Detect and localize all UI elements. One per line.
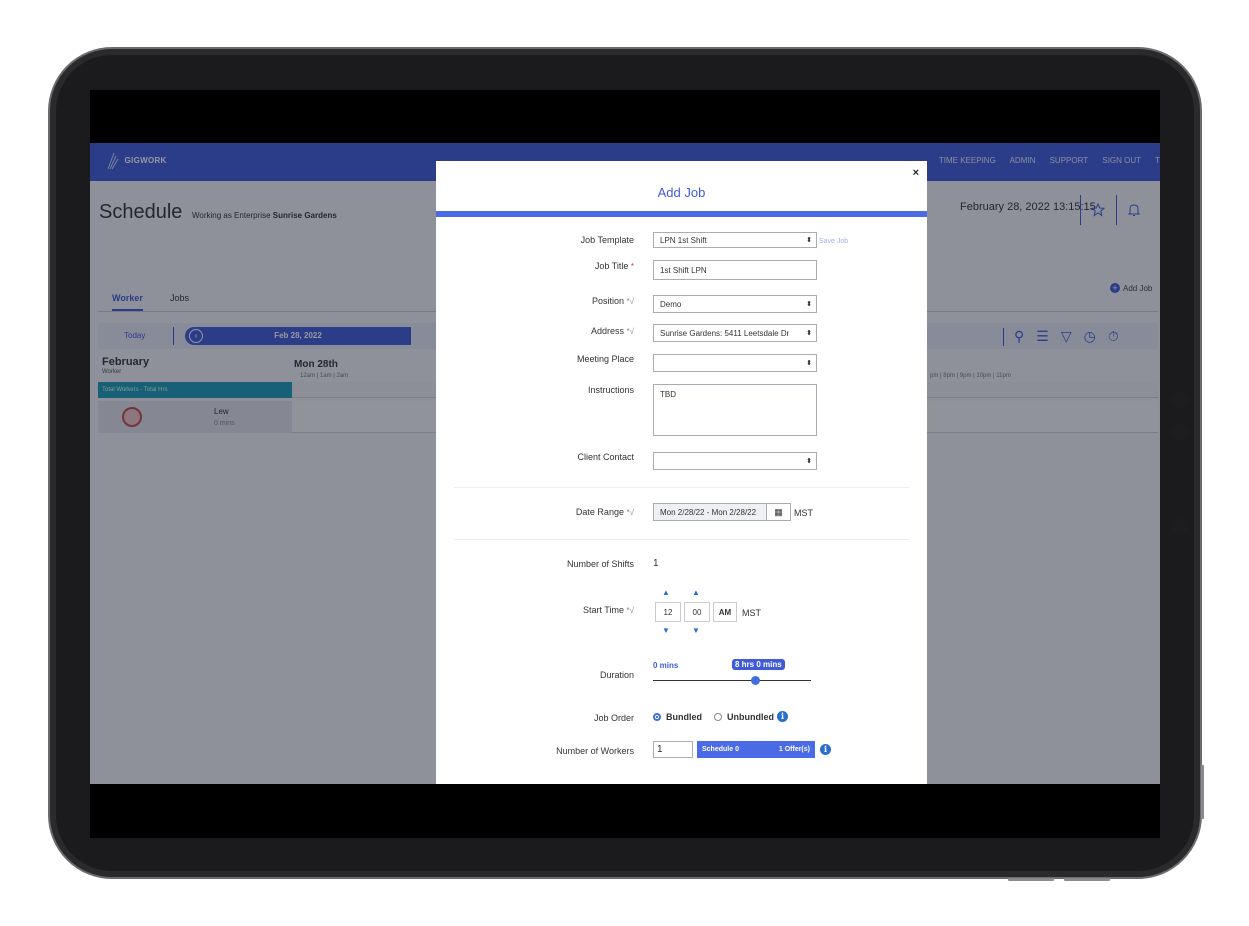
schedule-offers-button[interactable]: Schedule 0 1 Offer(s) — [697, 741, 815, 758]
num-shifts-label: Number of Shifts — [566, 559, 634, 569]
required-mark: *√ — [626, 606, 634, 615]
address-value: Sunrise Gardens: 5411 Leetsdale Dr — [660, 328, 790, 338]
unbundled-radio[interactable]: Unbundled — [714, 712, 774, 722]
duration-slider-track[interactable] — [653, 680, 811, 681]
duration-label: Duration — [599, 670, 634, 680]
job-template-select[interactable]: LPN 1st Shift ⬍ — [653, 232, 817, 248]
select-caret-icon: ⬍ — [806, 458, 812, 465]
instructions-label: Instructions — [587, 385, 634, 395]
date-range-timezone: MST — [794, 508, 813, 518]
screen: GIGWORK TIME KEEPING ADMIN SUPPORT SIGN … — [90, 90, 1160, 838]
add-job-modal: × Add Job Job Template LPN 1st Shift ⬍ Sa… — [436, 161, 927, 784]
required-mark: *√ — [626, 508, 634, 517]
start-time-timezone: MST — [742, 608, 761, 618]
calendar-button[interactable]: ▦ — [766, 503, 791, 521]
date-range-label: Date Range *√ — [576, 507, 634, 517]
required-mark: *√ — [626, 297, 634, 306]
app-window: GIGWORK TIME KEEPING ADMIN SUPPORT SIGN … — [90, 143, 1160, 784]
client-contact-select[interactable]: ⬍ — [653, 452, 817, 470]
required-mark: * — [630, 262, 634, 271]
close-icon[interactable]: × — [913, 167, 919, 179]
date-range-label-text: Date Range — [575, 507, 624, 517]
minute-increment-icon[interactable]: ▲ — [692, 588, 700, 597]
meeting-place-label: Meeting Place — [576, 354, 634, 364]
instructions-textarea[interactable]: TBD — [653, 384, 817, 436]
hour-increment-icon[interactable]: ▲ — [662, 588, 670, 597]
address-label-text: Address — [590, 326, 624, 336]
select-caret-icon: ⬍ — [806, 360, 812, 367]
duration-slider-handle[interactable] — [751, 676, 761, 685]
meeting-place-select[interactable]: ⬍ — [653, 354, 817, 372]
address-label: Address *√ — [591, 326, 634, 336]
select-caret-icon: ⬍ — [806, 330, 812, 337]
minute-input[interactable]: 00 — [684, 602, 710, 622]
job-order-label: Job Order — [593, 713, 634, 723]
position-label-text: Position — [591, 296, 624, 306]
job-template-label: Job Template — [580, 235, 634, 245]
section-divider — [454, 487, 909, 488]
job-title-label: Job Title * — [595, 261, 634, 271]
camera-dot-1 — [1172, 392, 1188, 408]
minute-decrement-icon[interactable]: ▼ — [692, 626, 700, 635]
num-workers-input[interactable]: 1 — [653, 741, 693, 758]
job-template-value: LPN 1st Shift — [660, 235, 707, 245]
job-title-label-text: Job Title — [594, 261, 629, 271]
bundled-radio[interactable]: Bundled — [653, 712, 702, 722]
radio-selected-icon — [653, 713, 661, 721]
select-caret-icon: ⬍ — [806, 237, 812, 244]
position-select[interactable]: Demo ⬍ — [653, 295, 817, 313]
bottom-button-right — [1064, 878, 1110, 881]
duration-value-badge: 8 hrs 0 mins — [732, 659, 785, 670]
address-select[interactable]: Sunrise Gardens: 5411 Leetsdale Dr ⬍ — [653, 324, 817, 342]
hour-input[interactable]: 12 — [655, 602, 681, 622]
date-range-value: Mon 2/28/22 - Mon 2/28/22 — [660, 507, 757, 517]
info-icon[interactable]: i — [777, 711, 788, 722]
start-time-label-text: Start Time — [582, 605, 624, 615]
instructions-value: TBD — [660, 390, 676, 399]
modal-title: Add Job — [657, 185, 706, 200]
camera-dot-2 — [1172, 424, 1188, 440]
radio-unselected-icon — [714, 713, 722, 721]
position-value: Demo — [660, 299, 682, 309]
job-title-input[interactable]: 1st Shift LPN — [653, 260, 817, 280]
unbundled-label: Unbundled — [727, 712, 774, 722]
start-time-label: Start Time *√ — [583, 605, 634, 615]
required-mark: *√ — [626, 327, 634, 336]
num-workers-label: Number of Workers — [556, 746, 634, 756]
bundled-label: Bundled — [666, 712, 702, 722]
info-icon[interactable]: i — [820, 744, 831, 755]
offer-count: 1 Offer(s) — [778, 746, 810, 753]
bottom-button-left — [1008, 878, 1054, 881]
date-range-input[interactable]: Mon 2/28/22 - Mon 2/28/22 — [653, 503, 767, 521]
position-label: Position *√ — [592, 296, 634, 306]
hour-decrement-icon[interactable]: ▼ — [662, 626, 670, 635]
camera-dot-3 — [1172, 518, 1188, 534]
save-job-link[interactable]: Save Job — [819, 238, 848, 245]
job-title-value: 1st Shift LPN — [660, 265, 707, 275]
volume-button — [1201, 765, 1204, 819]
schedule-count: Schedule 0 — [702, 746, 739, 753]
ampm-toggle[interactable]: AM — [713, 602, 737, 622]
duration-min-label: 0 mins — [653, 661, 679, 670]
calendar-icon: ▦ — [774, 506, 783, 517]
select-caret-icon: ⬍ — [806, 301, 812, 308]
modal-header-rule — [436, 211, 927, 217]
client-contact-label: Client Contact — [577, 452, 634, 462]
section-divider — [454, 539, 909, 540]
num-shifts-value: 1 — [653, 558, 659, 569]
